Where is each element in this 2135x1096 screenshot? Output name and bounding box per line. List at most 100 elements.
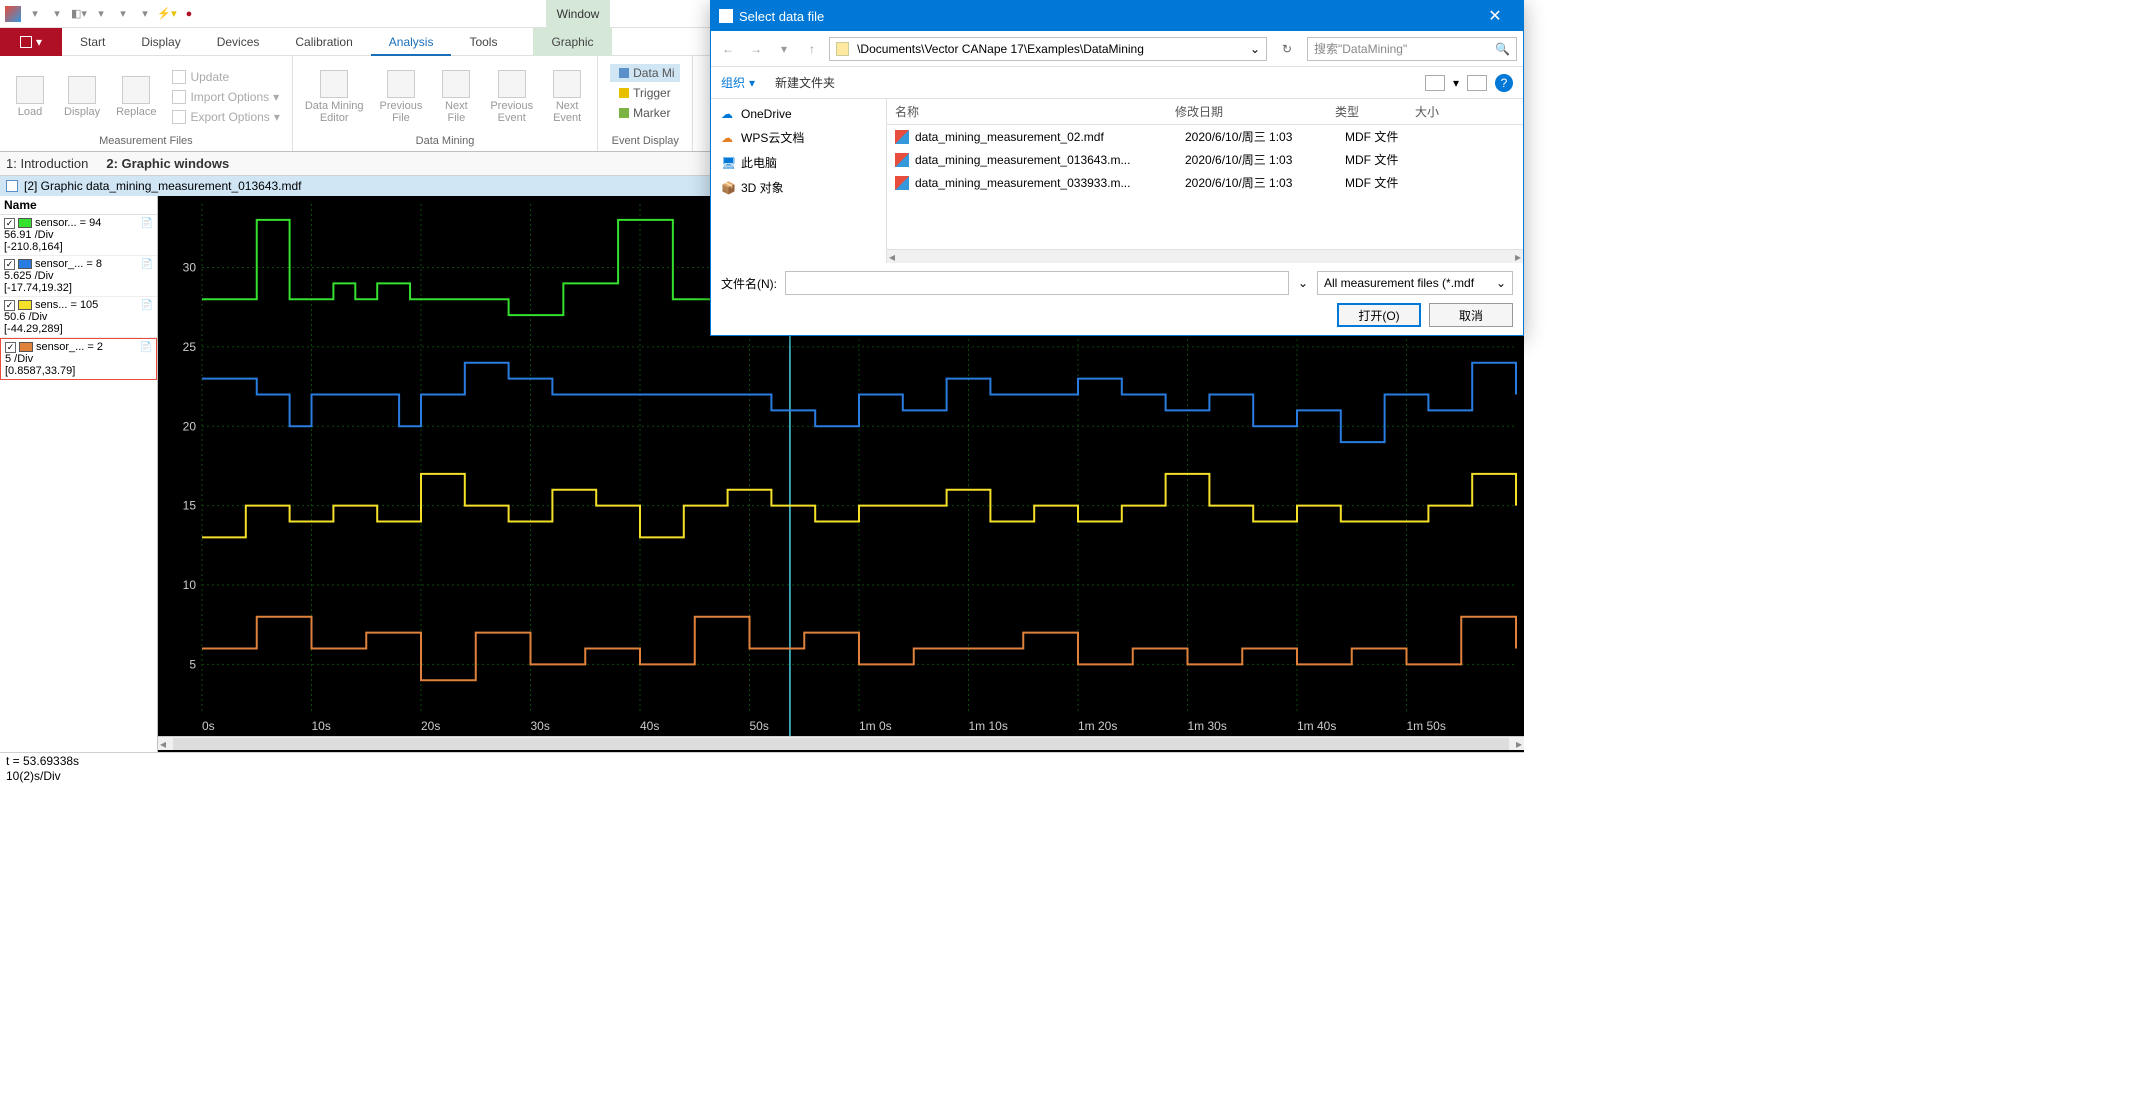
checkbox-icon[interactable]: ✓ xyxy=(5,342,16,353)
signal-item[interactable]: ✓sensor... = 94📄56.91 /Div[-210.8,164] xyxy=(0,215,157,256)
folder-icon xyxy=(836,42,849,56)
path-field[interactable] xyxy=(853,38,1246,60)
svg-text:10s: 10s xyxy=(312,719,331,733)
previous-event-button[interactable]: Previous Event xyxy=(486,60,537,133)
path-input[interactable]: ⌄ xyxy=(829,37,1267,61)
cloud-blue-icon: ☁ xyxy=(721,107,735,121)
checkbox-icon[interactable]: ✓ xyxy=(4,218,15,229)
pin-icon[interactable]: 📄 xyxy=(141,259,153,270)
pc-icon: 🖥 xyxy=(721,156,735,170)
color-swatch xyxy=(18,218,32,228)
context-tab-label: Window xyxy=(546,0,610,28)
qat-split-icon[interactable]: ▾ xyxy=(114,5,132,23)
tab-display[interactable]: Display xyxy=(123,28,198,56)
qat-stop-icon[interactable]: ● xyxy=(180,5,198,23)
tab-calibration[interactable]: Calibration xyxy=(277,28,370,56)
svg-text:1m 30s: 1m 30s xyxy=(1188,719,1227,733)
view-dropdown-icon[interactable]: ▾ xyxy=(1453,76,1459,90)
load-button[interactable]: Load xyxy=(8,60,52,133)
display-button[interactable]: Display xyxy=(60,60,104,133)
plot-horizontal-scrollbar[interactable]: ◂ ▸ xyxy=(158,736,1524,750)
new-folder-button[interactable]: 新建文件夹 xyxy=(775,74,835,91)
checkbox-icon[interactable]: ✓ xyxy=(4,300,15,311)
page-tab-introduction[interactable]: 1: Introduction xyxy=(6,156,88,171)
files-horizontal-scrollbar[interactable]: ◂ ▸ xyxy=(887,249,1523,263)
pin-icon[interactable]: 📄 xyxy=(140,342,152,353)
group-measurement-files: Measurement Files xyxy=(8,133,284,147)
file-row[interactable]: data_mining_measurement_02.mdf2020/6/10/… xyxy=(887,125,1523,148)
tab-start[interactable]: Start xyxy=(62,28,123,56)
cloud-orange-icon: ☁ xyxy=(721,131,735,145)
nav-forward-icon[interactable]: → xyxy=(745,38,767,60)
open-button[interactable]: 打开(O) xyxy=(1337,303,1421,327)
path-dropdown-icon[interactable]: ⌄ xyxy=(1250,42,1260,56)
view-mode-icon[interactable] xyxy=(1425,75,1445,91)
cancel-button[interactable]: 取消 xyxy=(1429,303,1513,327)
nav-back-icon[interactable]: ← xyxy=(717,38,739,60)
file-row[interactable]: data_mining_measurement_033933.m...2020/… xyxy=(887,171,1523,194)
nav-recent-icon[interactable]: ▾ xyxy=(773,38,795,60)
help-icon[interactable]: ? xyxy=(1495,74,1513,92)
qat-doc-icon[interactable]: ▾ xyxy=(26,5,44,23)
data-mining-side-button[interactable]: Data Mi xyxy=(610,64,680,82)
qat-more-icon[interactable]: ▾ xyxy=(136,5,154,23)
tree-item[interactable]: 🖥此电脑 xyxy=(719,150,878,175)
qat-copy-icon[interactable]: ▾ xyxy=(92,5,110,23)
next-event-button[interactable]: Next Event xyxy=(545,60,589,133)
pin-icon[interactable]: 📄 xyxy=(141,218,153,229)
tab-tools[interactable]: Tools xyxy=(451,28,515,56)
svg-text:0s: 0s xyxy=(202,719,215,733)
export-options-button[interactable]: Export Options ▾ xyxy=(168,108,283,126)
tree-item[interactable]: ☁OneDrive xyxy=(719,103,878,125)
tab-devices[interactable]: Devices xyxy=(199,28,278,56)
import-options-button[interactable]: Import Options ▾ xyxy=(168,88,283,106)
next-file-button[interactable]: Next File xyxy=(434,60,478,133)
search-icon: 🔍 xyxy=(1495,42,1510,56)
preview-pane-icon[interactable] xyxy=(1467,75,1487,91)
file-icon xyxy=(895,176,909,190)
tab-analysis[interactable]: Analysis xyxy=(371,28,452,56)
search-placeholder: 搜索"DataMining" xyxy=(1314,40,1407,57)
signal-item[interactable]: ✓sensor_... = 2📄5 /Div[0.8587,33.79] xyxy=(0,338,157,380)
qat-play-icon[interactable]: ⚡▾ xyxy=(158,5,176,23)
page-tab-graphic-windows[interactable]: 2: Graphic windows xyxy=(106,156,229,171)
trigger-side-button[interactable]: Trigger xyxy=(610,84,680,102)
app-icon xyxy=(4,5,22,23)
tree-item[interactable]: 📦3D 对象 xyxy=(719,175,878,200)
svg-text:1m 50s: 1m 50s xyxy=(1407,719,1446,733)
folder-tree[interactable]: ☁OneDrive☁WPS云文档🖥此电脑📦3D 对象 xyxy=(711,99,887,263)
file-icon xyxy=(895,130,909,144)
group-data-mining: Data Mining xyxy=(301,133,589,147)
svg-text:1m 10s: 1m 10s xyxy=(969,719,1008,733)
3d-icon: 📦 xyxy=(721,181,735,195)
search-input[interactable]: 搜索"DataMining" 🔍 xyxy=(1307,37,1517,61)
update-button[interactable]: Update xyxy=(168,68,283,86)
qat-arrow-icon[interactable]: ◧▾ xyxy=(70,5,88,23)
replace-button[interactable]: Replace xyxy=(112,60,160,133)
organize-button[interactable]: 组织 ▾ xyxy=(721,74,755,91)
svg-text:20s: 20s xyxy=(421,719,440,733)
dialog-close-button[interactable]: ✕ xyxy=(1475,6,1515,26)
data-mining-editor-button[interactable]: Data Mining Editor xyxy=(301,60,368,133)
svg-text:40s: 40s xyxy=(640,719,659,733)
pin-icon[interactable]: 📄 xyxy=(141,300,153,311)
file-icon xyxy=(895,153,909,167)
signal-item[interactable]: ✓sensor_... = 8📄5.625 /Div[-17.74,19.32] xyxy=(0,256,157,297)
tab-graphic[interactable]: Graphic xyxy=(533,28,611,56)
previous-file-button[interactable]: Previous File xyxy=(376,60,427,133)
dialog-title-bar[interactable]: Select data file ✕ xyxy=(711,1,1523,31)
marker-side-button[interactable]: Marker xyxy=(610,104,680,122)
nav-up-icon[interactable]: ↑ xyxy=(801,38,823,60)
filename-input[interactable] xyxy=(785,271,1289,295)
file-type-filter[interactable]: All measurement files (*.mdf⌄ xyxy=(1317,271,1513,295)
filename-dropdown-icon[interactable]: ⌄ xyxy=(1297,276,1309,290)
dialog-app-icon xyxy=(719,9,733,23)
svg-text:15: 15 xyxy=(183,499,197,513)
qat-save-icon[interactable]: ▾ xyxy=(48,5,66,23)
refresh-icon[interactable]: ↻ xyxy=(1273,42,1301,56)
file-row[interactable]: data_mining_measurement_013643.m...2020/… xyxy=(887,148,1523,171)
file-tab[interactable]: ▾ xyxy=(0,28,62,56)
signal-item[interactable]: ✓sens... = 105📄50.6 /Div[-44.29,289] xyxy=(0,297,157,338)
tree-item[interactable]: ☁WPS云文档 xyxy=(719,125,878,150)
checkbox-icon[interactable]: ✓ xyxy=(4,259,15,270)
